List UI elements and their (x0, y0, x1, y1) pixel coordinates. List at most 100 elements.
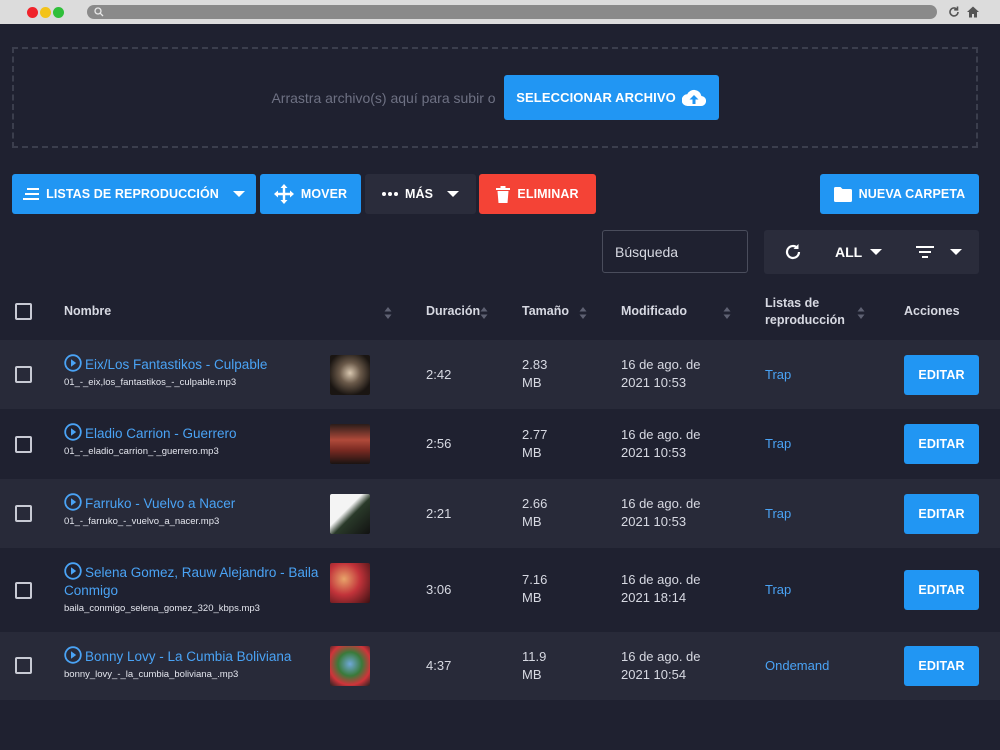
move-label: MOVER (300, 187, 348, 201)
chevron-down-icon (447, 191, 460, 197)
play-icon[interactable] (64, 423, 82, 441)
play-icon[interactable] (64, 493, 82, 511)
playlist-link[interactable]: Trap (765, 436, 791, 451)
track-title[interactable]: Selena Gomez, Rauw Alejandro - Baila Con… (64, 565, 318, 598)
play-icon[interactable] (64, 646, 82, 664)
filter-all-dropdown[interactable]: ALL (835, 244, 883, 260)
sort-arrows-icon[interactable] (857, 307, 865, 319)
track-info: Bonny Lovy - La Cumbia Boliviana bonny_l… (64, 646, 319, 680)
modified-time: 2021 10:53 (621, 445, 687, 460)
column-name[interactable]: Nombre (64, 304, 111, 318)
album-art (330, 494, 370, 534)
chevron-down-icon (870, 249, 883, 255)
edit-button[interactable]: EDITAR (904, 494, 979, 534)
album-art (330, 355, 370, 395)
playlists-button[interactable]: LISTAS DE REPRODUCCIÓN (12, 174, 256, 214)
chevron-down-icon[interactable] (950, 249, 962, 255)
delete-button[interactable]: ELIMINAR (479, 174, 596, 214)
play-icon[interactable] (64, 354, 82, 372)
modified-time: 2021 18:14 (621, 590, 687, 605)
table-row: Bonny Lovy - La Cumbia Boliviana bonny_l… (0, 632, 1000, 700)
row-checkbox[interactable] (15, 657, 32, 674)
chevron-down-icon (232, 191, 245, 197)
modified-date: 16 de ago. de (621, 357, 701, 372)
column-actions: Acciones (904, 304, 960, 318)
edit-button[interactable]: EDITAR (904, 570, 979, 610)
track-title-link[interactable]: Eladio Carrion - Guerrero (64, 423, 319, 443)
play-icon[interactable] (64, 562, 82, 580)
column-playlists-line2: reproducción (765, 313, 845, 327)
duration-cell: 2:21 (426, 506, 452, 521)
modified-date: 16 de ago. de (621, 427, 701, 442)
playlist-link[interactable]: Ondemand (765, 658, 829, 673)
duration-cell: 3:06 (426, 582, 452, 597)
more-button[interactable]: MÁS (365, 174, 476, 214)
track-title-link[interactable]: Bonny Lovy - La Cumbia Boliviana (64, 646, 319, 666)
sort-arrows-icon[interactable] (723, 307, 731, 319)
table-header: Nombre Duración Tamaño Modificado Listas… (0, 285, 1000, 340)
track-title[interactable]: Eix/Los Fantastikos - Culpable (85, 357, 267, 372)
home-icon[interactable] (966, 5, 980, 19)
column-duration[interactable]: Duración (426, 304, 480, 318)
move-button[interactable]: MOVER (260, 174, 361, 214)
track-filename: baila_conmigo_selena_gomez_320_kbps.mp3 (64, 603, 260, 614)
edit-button[interactable]: EDITAR (904, 355, 979, 395)
column-modified[interactable]: Modificado (621, 304, 687, 318)
new-folder-button[interactable]: NUEVA CARPETA (820, 174, 979, 214)
select-file-label: SELECCIONAR ARCHIVO (516, 90, 676, 105)
playlist-link[interactable]: Trap (765, 582, 791, 597)
size-unit: MB (522, 375, 542, 390)
track-info: Farruko - Vuelvo a Nacer 01_-_farruko_-_… (64, 493, 319, 527)
edit-button[interactable]: EDITAR (904, 424, 979, 464)
edit-button[interactable]: EDITAR (904, 646, 979, 686)
folder-icon (833, 186, 852, 202)
album-art (330, 646, 370, 686)
size-unit: MB (522, 514, 542, 529)
playlist-link[interactable]: Trap (765, 367, 791, 382)
track-title-link[interactable]: Farruko - Vuelvo a Nacer (64, 493, 319, 513)
filter-all-label: ALL (835, 244, 863, 260)
column-size[interactable]: Tamaño (522, 304, 569, 318)
row-checkbox[interactable] (15, 366, 32, 383)
sort-arrows-icon[interactable] (480, 307, 488, 319)
playlists-label: LISTAS DE REPRODUCCIÓN (46, 187, 219, 201)
track-filename: 01_-_eix,los_fantastikos_-_culpable.mp3 (64, 377, 237, 388)
track-title-link[interactable]: Eix/Los Fantastikos - Culpable (64, 354, 319, 374)
track-title[interactable]: Farruko - Vuelvo a Nacer (85, 496, 235, 511)
row-checkbox[interactable] (15, 436, 32, 453)
select-file-button[interactable]: SELECCIONAR ARCHIVO (503, 75, 719, 120)
delete-label: ELIMINAR (517, 187, 579, 201)
refresh-icon[interactable] (783, 242, 803, 262)
reload-icon[interactable] (947, 5, 961, 19)
track-info: Eix/Los Fantastikos - Culpable 01_-_eix,… (64, 354, 319, 388)
dropzone-text: Arrastra archivo(s) aquí para subir o (271, 89, 496, 106)
search-icon (94, 7, 104, 17)
size-number: 2.83 (522, 357, 548, 372)
sort-lines-icon[interactable] (915, 244, 935, 260)
search-input[interactable] (602, 230, 748, 273)
sort-arrows-icon[interactable] (579, 307, 587, 319)
size-unit: MB (522, 445, 542, 460)
row-checkbox[interactable] (15, 505, 32, 522)
new-folder-label: NUEVA CARPETA (858, 187, 966, 201)
track-title[interactable]: Bonny Lovy - La Cumbia Boliviana (85, 649, 291, 664)
minimize-window-dot[interactable] (40, 7, 51, 18)
track-info: Eladio Carrion - Guerrero 01_-_eladio_ca… (64, 423, 319, 457)
album-art (330, 424, 370, 464)
table-row: Eladio Carrion - Guerrero 01_-_eladio_ca… (0, 409, 1000, 479)
upload-dropzone[interactable]: Arrastra archivo(s) aquí para subir o SE… (12, 47, 978, 148)
row-checkbox[interactable] (15, 582, 32, 599)
maximize-window-dot[interactable] (53, 7, 64, 18)
address-bar[interactable] (87, 5, 937, 19)
sort-arrows-icon[interactable] (384, 307, 392, 319)
close-window-dot[interactable] (27, 7, 38, 18)
select-all-checkbox[interactable] (15, 303, 32, 320)
size-unit: MB (522, 590, 542, 605)
track-title[interactable]: Eladio Carrion - Guerrero (85, 426, 237, 441)
more-label: MÁS (404, 187, 434, 201)
track-title-link[interactable]: Selena Gomez, Rauw Alejandro - Baila Con… (64, 562, 319, 600)
size-number: 11.9 (522, 649, 547, 664)
playlist-link[interactable]: Trap (765, 506, 791, 521)
modified-date: 16 de ago. de (621, 496, 701, 511)
modified-time: 2021 10:54 (621, 667, 687, 682)
